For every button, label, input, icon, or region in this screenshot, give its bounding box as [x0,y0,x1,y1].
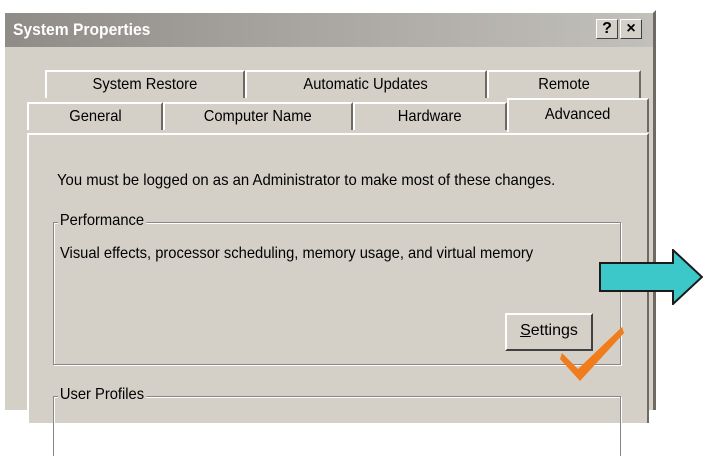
tab-label: Automatic Updates [303,76,429,93]
performance-description: Visual effects, processor scheduling, me… [60,245,534,262]
close-button[interactable]: × [620,19,642,39]
advanced-tab-panel: You must be logged on as an Administrato… [27,133,649,456]
performance-label: Performance [58,212,146,230]
tab-label: Computer Name [204,108,312,125]
tab-label: General [68,108,122,125]
tab-label: Hardware [398,108,462,125]
tab-label: System Restore [92,76,198,93]
help-button[interactable]: ? [596,19,618,39]
tab-hardware[interactable]: Hardware [353,102,507,130]
user-profiles-label: User Profiles [58,386,146,404]
tab-advanced[interactable]: Advanced [507,98,649,132]
checkmark-icon [560,327,624,381]
settings-accelerator-key: S [520,322,531,339]
performance-group: Performance Visual effects, processor sc… [53,212,621,365]
tab-label: Remote [538,76,590,93]
window-title: System Properties [13,20,151,39]
tab-system-restore[interactable]: System Restore [45,70,245,98]
admin-note: You must be logged on as an Administrato… [57,172,556,189]
tab-automatic-updates[interactable]: Automatic Updates [245,70,487,98]
tab-general[interactable]: General [27,102,163,130]
tab-label: Advanced [545,106,611,123]
tab-remote[interactable]: Remote [487,70,641,98]
user-profiles-group: User Profiles [53,386,621,456]
tab-computer-name[interactable]: Computer Name [163,102,353,130]
right-arrow-icon [599,249,703,305]
title-bar[interactable]: System Properties ? × [5,13,653,47]
